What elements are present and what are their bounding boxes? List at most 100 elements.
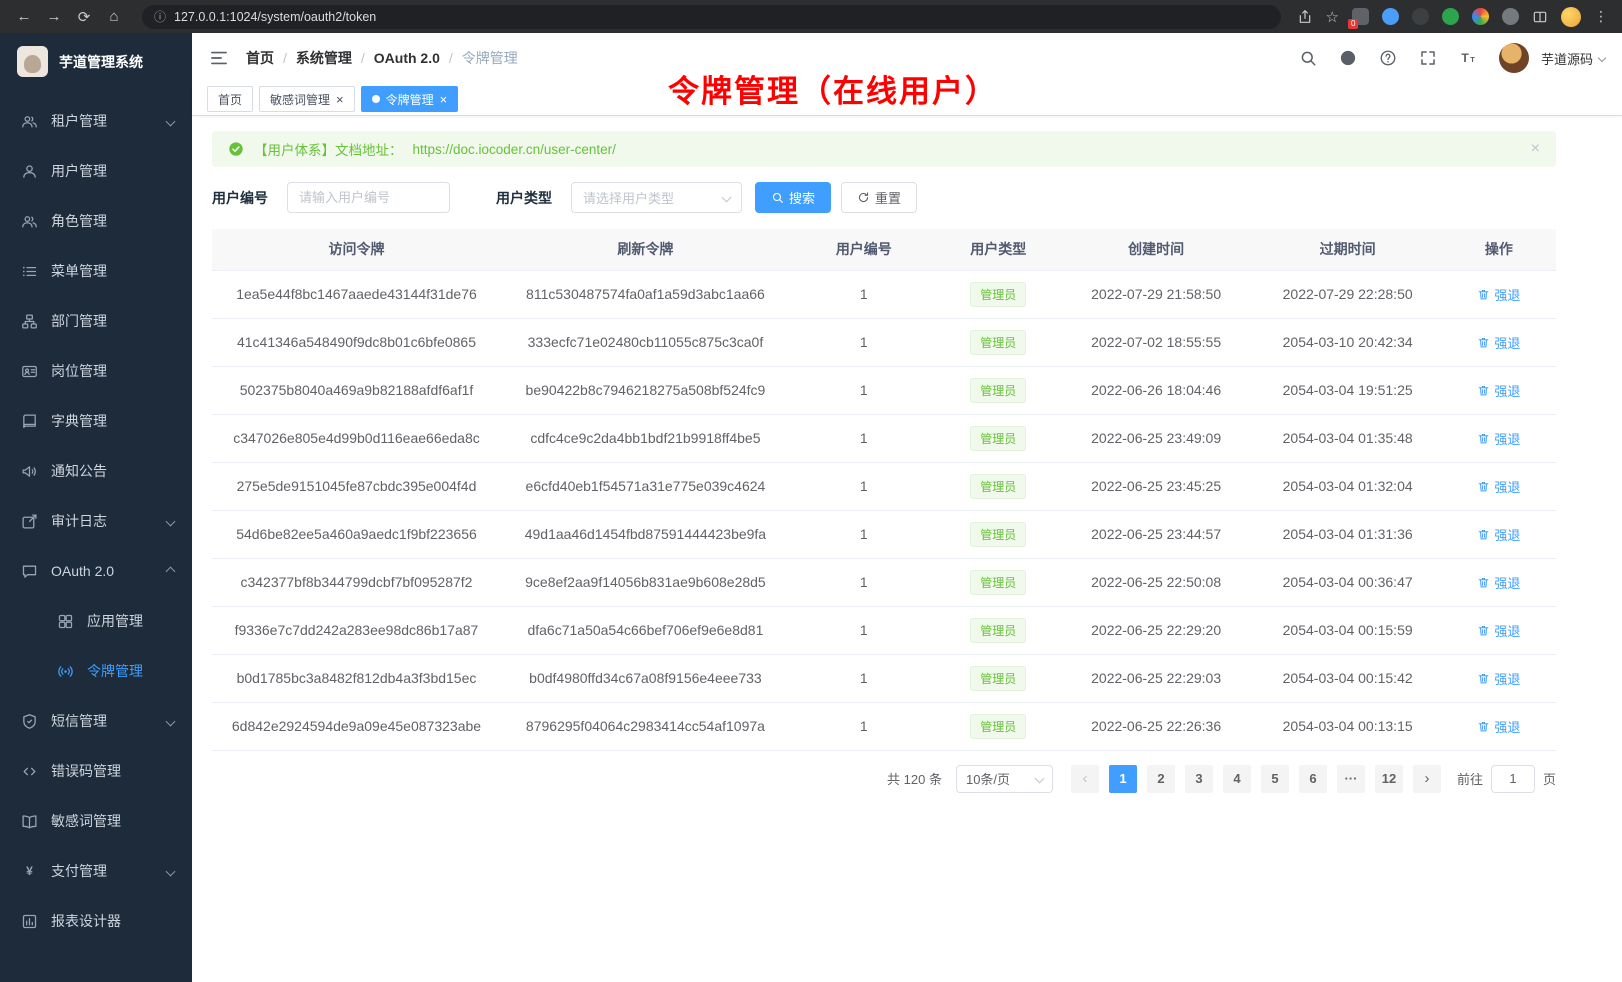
breadcrumb-item[interactable]: 首页 bbox=[246, 48, 274, 68]
user-type-badge: 管理员 bbox=[970, 714, 1026, 739]
sidebar-item-支付管理[interactable]: 支付管理 bbox=[0, 846, 192, 896]
sidebar-item-报表设计器[interactable]: 报表设计器 bbox=[0, 896, 192, 946]
page-button-1[interactable]: 1 bbox=[1109, 765, 1137, 793]
expire-time-cell: 2054-03-04 01:31:36 bbox=[1254, 510, 1442, 558]
alert-close-icon[interactable]: × bbox=[1531, 140, 1540, 158]
sidebar-item-审计日志[interactable]: 审计日志 bbox=[0, 496, 192, 546]
extension-icon[interactable] bbox=[1352, 8, 1369, 25]
browser-profile-avatar[interactable] bbox=[1561, 7, 1581, 27]
page-url: 127.0.0.1:1024/system/oauth2/token bbox=[174, 10, 376, 24]
breadcrumb-item[interactable]: 系统管理 bbox=[296, 48, 352, 68]
sidebar-collapse-icon[interactable] bbox=[209, 48, 229, 68]
tab-令牌管理[interactable]: 令牌管理× bbox=[361, 86, 459, 112]
breadcrumb-item[interactable]: OAuth 2.0 bbox=[374, 50, 440, 66]
browser-reload-icon[interactable]: ⟳ bbox=[72, 8, 96, 26]
column-header-访问令牌: 访问令牌 bbox=[212, 229, 501, 270]
page-size-select[interactable]: 10条/页 bbox=[956, 765, 1053, 793]
page-button-4[interactable]: 4 bbox=[1223, 765, 1251, 793]
bookmark-star-icon[interactable]: ☆ bbox=[1326, 8, 1339, 26]
force-logout-label: 强退 bbox=[1494, 669, 1520, 688]
goto-page-input[interactable] bbox=[1491, 765, 1535, 793]
extension-icon[interactable] bbox=[1382, 8, 1399, 25]
sidebar-item-敏感词管理[interactable]: 敏感词管理 bbox=[0, 796, 192, 846]
sidebar-menu: 租户管理用户管理角色管理菜单管理部门管理岗位管理字典管理通知公告审计日志OAut… bbox=[0, 90, 192, 982]
force-logout-button[interactable]: 强退 bbox=[1477, 477, 1520, 496]
force-logout-button[interactable]: 强退 bbox=[1477, 381, 1520, 400]
sidebar-item-字典管理[interactable]: 字典管理 bbox=[0, 396, 192, 446]
goto-label: 前往 bbox=[1457, 769, 1483, 788]
site-info-icon[interactable]: ⓘ bbox=[154, 8, 166, 25]
page-button-5[interactable]: 5 bbox=[1261, 765, 1289, 793]
refresh-token-cell: dfa6c71a50a54c66bef706ef9e6e8d81 bbox=[501, 606, 790, 654]
user-id-cell: 1 bbox=[790, 462, 938, 510]
page-button-12[interactable]: 12 bbox=[1375, 765, 1403, 793]
fullscreen-icon[interactable] bbox=[1419, 49, 1437, 67]
page-button-3[interactable]: 3 bbox=[1185, 765, 1213, 793]
sidebar-item-租户管理[interactable]: 租户管理 bbox=[0, 96, 192, 146]
browser-home-icon[interactable]: ⌂ bbox=[102, 8, 126, 25]
sidebar-item-通知公告[interactable]: 通知公告 bbox=[0, 446, 192, 496]
extension-icon[interactable] bbox=[1412, 8, 1429, 25]
force-logout-button[interactable]: 强退 bbox=[1477, 717, 1520, 736]
sidebar-item-角色管理[interactable]: 角色管理 bbox=[0, 196, 192, 246]
next-page-button[interactable]: › bbox=[1413, 765, 1441, 793]
force-logout-button[interactable]: 强退 bbox=[1477, 669, 1520, 688]
extension-icon[interactable] bbox=[1472, 8, 1489, 25]
tab-close-icon[interactable]: × bbox=[336, 93, 344, 106]
sidebar-item-应用管理[interactable]: 应用管理 bbox=[0, 596, 192, 646]
sidebar-item-用户管理[interactable]: 用户管理 bbox=[0, 146, 192, 196]
doc-link[interactable]: https://doc.iocoder.cn/user-center/ bbox=[413, 142, 616, 157]
search-button[interactable]: 搜索 bbox=[755, 182, 831, 213]
page-ellipsis[interactable]: ··· bbox=[1337, 765, 1365, 793]
help-icon[interactable] bbox=[1379, 49, 1397, 67]
browser-forward-icon[interactable]: → bbox=[42, 8, 66, 25]
force-logout-button[interactable]: 强退 bbox=[1477, 525, 1520, 544]
tab-close-icon[interactable]: × bbox=[440, 93, 448, 106]
action-cell: 强退 bbox=[1442, 510, 1556, 558]
font-size-icon[interactable] bbox=[1459, 49, 1477, 67]
refresh-token-cell: 49d1aa46d1454fbd87591444423be9fa bbox=[501, 510, 790, 558]
sidebar-item-OAuth 2.0[interactable]: OAuth 2.0 bbox=[0, 546, 192, 596]
page-button-2[interactable]: 2 bbox=[1147, 765, 1175, 793]
sidebar-item-部门管理[interactable]: 部门管理 bbox=[0, 296, 192, 346]
share-icon[interactable] bbox=[1297, 9, 1313, 25]
force-logout-button[interactable]: 强退 bbox=[1477, 621, 1520, 640]
search-icon[interactable] bbox=[1299, 49, 1317, 67]
force-logout-button[interactable]: 强退 bbox=[1477, 285, 1520, 304]
trash-icon bbox=[1477, 336, 1490, 349]
browser-menu-icon[interactable]: ⋮ bbox=[1594, 8, 1608, 25]
sidebar-item-label: 部门管理 bbox=[51, 311, 107, 331]
sidebar-item-岗位管理[interactable]: 岗位管理 bbox=[0, 346, 192, 396]
breadcrumb-separator: / bbox=[361, 50, 365, 66]
force-logout-button[interactable]: 强退 bbox=[1477, 573, 1520, 592]
tab-首页[interactable]: 首页 bbox=[207, 86, 253, 112]
sidebar-item-错误码管理[interactable]: 错误码管理 bbox=[0, 746, 192, 796]
extension-icon[interactable] bbox=[1442, 8, 1459, 25]
user-type-select[interactable]: 请选择用户类型 bbox=[571, 182, 742, 213]
extension-icon[interactable] bbox=[1502, 8, 1519, 25]
trash-icon bbox=[1477, 672, 1490, 685]
user-id-input[interactable] bbox=[287, 182, 450, 213]
user-type-cell: 管理员 bbox=[938, 414, 1059, 462]
sidebar-item-短信管理[interactable]: 短信管理 bbox=[0, 696, 192, 746]
force-logout-button[interactable]: 强退 bbox=[1477, 429, 1520, 448]
prev-page-button[interactable]: ‹ bbox=[1071, 765, 1099, 793]
refresh-token-cell: 8796295f04064c2983414cc54af1097a bbox=[501, 702, 790, 750]
page-button-6[interactable]: 6 bbox=[1299, 765, 1327, 793]
user-type-cell: 管理员 bbox=[938, 366, 1059, 414]
github-icon[interactable] bbox=[1339, 49, 1357, 67]
sidebar-item-令牌管理[interactable]: 令牌管理 bbox=[0, 646, 192, 696]
sidebar-item-label: 字典管理 bbox=[51, 411, 107, 431]
reset-button[interactable]: 重置 bbox=[841, 182, 917, 213]
reset-button-label: 重置 bbox=[875, 188, 901, 207]
user-menu[interactable]: 芋道源码 bbox=[1541, 49, 1605, 68]
browser-address-bar[interactable]: ⓘ 127.0.0.1:1024/system/oauth2/token bbox=[142, 5, 1281, 29]
tab-敏感词管理[interactable]: 敏感词管理× bbox=[259, 86, 355, 112]
split-view-icon[interactable] bbox=[1532, 9, 1548, 25]
browser-back-icon[interactable]: ← bbox=[12, 8, 36, 25]
user-id-cell: 1 bbox=[790, 510, 938, 558]
sidebar-item-菜单管理[interactable]: 菜单管理 bbox=[0, 246, 192, 296]
app-logo[interactable]: 芋道管理系统 bbox=[0, 33, 192, 90]
user-avatar[interactable] bbox=[1499, 43, 1529, 73]
force-logout-button[interactable]: 强退 bbox=[1477, 333, 1520, 352]
